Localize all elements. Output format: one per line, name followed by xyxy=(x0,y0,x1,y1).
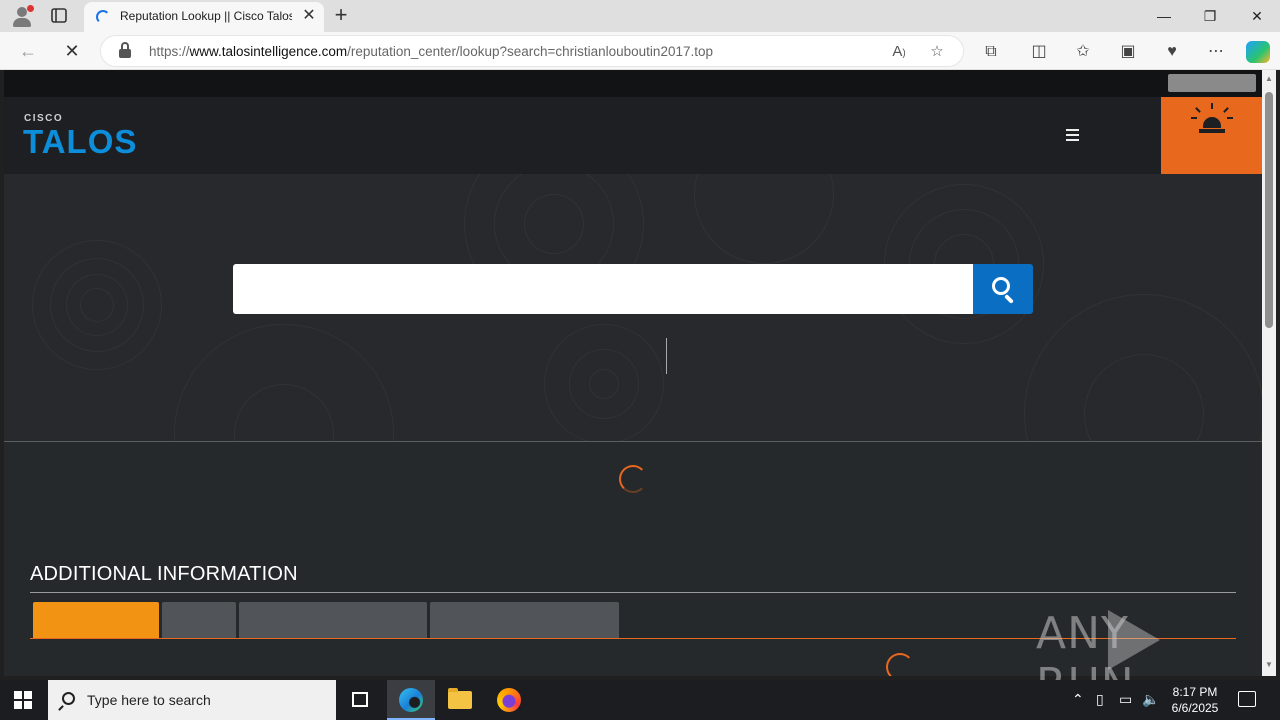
new-tab-button[interactable]: + xyxy=(331,4,351,26)
address-bar[interactable]: https://www.talosintelligence.com/reputa… xyxy=(100,35,964,67)
taskbar-firefox[interactable] xyxy=(485,680,533,720)
info-tab-2[interactable] xyxy=(162,602,236,638)
split-screen-icon[interactable]: ◫ xyxy=(1028,41,1050,63)
clock-time: 8:17 PM xyxy=(1172,685,1218,699)
section-divider xyxy=(30,592,1236,593)
browser-tab-bar: Reputation Lookup || Cisco Talos ✕ + — ❐… xyxy=(0,0,1280,32)
tab-loading-icon xyxy=(96,10,110,24)
profile-avatar-icon[interactable] xyxy=(10,5,34,27)
network-icon[interactable]: ▭ xyxy=(1119,691,1132,708)
scroll-up-icon[interactable]: ▲ xyxy=(1264,74,1274,83)
browser-tab-active[interactable]: Reputation Lookup || Cisco Talos ✕ xyxy=(84,2,324,32)
text-cursor xyxy=(666,338,667,374)
taskbar-search-placeholder: Type here to search xyxy=(87,692,211,708)
search-icon xyxy=(992,277,1010,295)
extensions-icon[interactable]: ⧉ xyxy=(980,41,1002,63)
loading-spinner-secondary-icon xyxy=(886,653,914,676)
hamburger-menu-icon[interactable] xyxy=(1066,129,1082,143)
copilot-icon[interactable] xyxy=(1246,41,1270,63)
read-aloud-icon[interactable]: A) xyxy=(889,42,909,62)
info-tab-4[interactable] xyxy=(430,602,619,638)
url-text[interactable]: https://www.talosintelligence.com/reputa… xyxy=(149,44,713,59)
browser-essentials-icon[interactable]: ♥ xyxy=(1161,41,1183,63)
reputation-search-input[interactable] xyxy=(233,264,974,314)
clock-date: 6/6/2025 xyxy=(1171,701,1219,715)
scroll-thumb[interactable] xyxy=(1265,92,1273,328)
alarm-light-icon xyxy=(1203,117,1221,128)
task-view-button[interactable] xyxy=(336,680,384,720)
folder-icon xyxy=(448,688,472,709)
alert-beacon-button[interactable] xyxy=(1161,97,1262,174)
logo-talos[interactable]: TALOS xyxy=(23,123,137,161)
lock-icon[interactable] xyxy=(119,42,131,58)
language-selector[interactable] xyxy=(1168,74,1256,92)
task-view-icon xyxy=(352,692,368,707)
firefox-icon xyxy=(497,688,521,712)
info-tab-1[interactable] xyxy=(33,602,159,638)
tray-device-icon[interactable]: ▯ xyxy=(1096,691,1104,708)
loading-spinner-icon xyxy=(619,465,647,493)
tab-actions-icon[interactable] xyxy=(50,7,70,25)
windows-start-icon[interactable] xyxy=(14,691,32,709)
tab-title: Reputation Lookup || Cisco Talos xyxy=(120,9,292,23)
back-button[interactable]: ← xyxy=(16,39,40,63)
close-window-button[interactable]: ✕ xyxy=(1234,4,1280,28)
scroll-down-icon[interactable]: ▼ xyxy=(1264,660,1274,669)
search-button[interactable] xyxy=(973,264,1033,314)
site-header: CISCO TALOS xyxy=(4,97,1262,174)
favorites-icon[interactable]: ✩ xyxy=(1072,41,1094,63)
taskbar-search-box[interactable]: Type here to search xyxy=(48,680,336,720)
minimize-button[interactable]: — xyxy=(1141,4,1187,28)
taskbar-edge[interactable] xyxy=(387,680,435,720)
taskbar-clock[interactable]: 8:17 PM 6/6/2025 xyxy=(1166,684,1224,716)
edge-browser-icon xyxy=(399,688,423,712)
restore-button[interactable]: ❐ xyxy=(1187,4,1233,28)
windows-taskbar: Type here to search ⌃ ▯ ▭ 🔈 8:17 PM 6/6/… xyxy=(0,680,1280,720)
info-tab-3[interactable] xyxy=(239,602,427,638)
anyrun-play-icon xyxy=(1108,610,1160,670)
stop-loading-button[interactable]: ✕ xyxy=(60,39,84,63)
page-viewport: CISCO TALOS ADDITIONAL INFORMATION xyxy=(4,70,1262,676)
tray-chevron-up-icon[interactable]: ⌃ xyxy=(1072,691,1084,708)
notifications-icon[interactable] xyxy=(1238,691,1256,707)
favorite-star-icon[interactable]: ☆ xyxy=(927,42,947,62)
more-options-icon[interactable]: ⋯ xyxy=(1205,41,1227,63)
volume-icon[interactable]: 🔈 xyxy=(1142,691,1159,708)
tab-close-icon[interactable]: ✕ xyxy=(300,7,318,25)
top-utility-bar xyxy=(4,70,1262,97)
browser-toolbar: ← ✕ https://www.talosintelligence.com/re… xyxy=(0,32,1280,70)
taskbar-file-explorer[interactable] xyxy=(436,680,484,720)
search-hero xyxy=(4,174,1262,442)
search-icon xyxy=(62,692,75,705)
additional-information-heading: ADDITIONAL INFORMATION xyxy=(30,563,298,585)
collections-icon[interactable]: ▣ xyxy=(1117,41,1139,63)
page-scrollbar[interactable]: ▲ ▼ xyxy=(1262,70,1276,676)
